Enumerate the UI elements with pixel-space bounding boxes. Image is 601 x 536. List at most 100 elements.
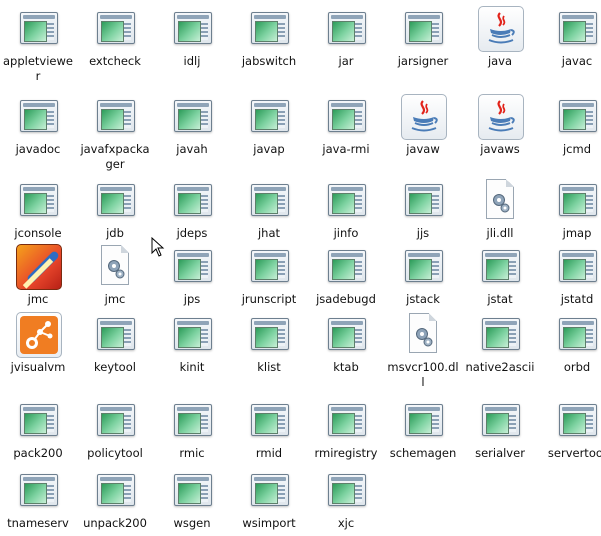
file-item[interactable]: jabswitch — [231, 4, 307, 69]
file-name: javaws — [480, 142, 520, 156]
file-item[interactable]: jstack — [385, 242, 461, 307]
file-item[interactable]: jar — [308, 4, 384, 69]
exe-window-icon — [553, 92, 601, 140]
file-item[interactable]: rmic — [154, 396, 230, 461]
file-item[interactable]: servertool — [539, 396, 601, 461]
file-name: rmic — [179, 446, 205, 460]
file-name: native2ascii — [465, 360, 535, 374]
file-item[interactable]: idlj — [154, 4, 230, 69]
file-name: jmc — [27, 292, 49, 306]
file-item[interactable]: jarsigner — [385, 4, 461, 69]
file-name: wsimport — [242, 516, 296, 530]
file-item[interactable]: jps — [154, 242, 230, 307]
file-item[interactable]: jconsole — [0, 176, 76, 241]
file-item[interactable]: tnameserv — [0, 466, 76, 531]
file-item[interactable]: jhat — [231, 176, 307, 241]
file-item[interactable]: jli.dll — [462, 176, 538, 241]
file-item[interactable]: policytool — [77, 396, 153, 461]
exe-window-icon — [168, 176, 216, 224]
file-item[interactable]: jinfo — [308, 176, 384, 241]
file-item[interactable]: klist — [231, 310, 307, 375]
exe-window-icon — [91, 396, 139, 444]
file-item[interactable]: extcheck — [77, 4, 153, 69]
file-name: javap — [253, 142, 285, 156]
file-item[interactable]: javaw — [385, 92, 461, 157]
java-cup-icon — [399, 92, 447, 140]
file-item[interactable]: jcmd — [539, 92, 601, 157]
exe-window-icon — [399, 4, 447, 52]
file-item[interactable]: msvcr100.dll — [385, 310, 461, 390]
file-name: jvisualvm — [10, 360, 66, 374]
file-name: javafxpackager — [80, 142, 150, 171]
file-name: policytool — [87, 446, 143, 460]
file-name: klist — [257, 360, 281, 374]
file-item[interactable]: xjc — [308, 466, 384, 531]
file-item[interactable]: jstatd — [539, 242, 601, 307]
file-item[interactable]: wsgen — [154, 466, 230, 531]
file-item[interactable]: keytool — [77, 310, 153, 375]
exe-window-icon — [476, 310, 524, 358]
file-item[interactable]: jsadebugd — [308, 242, 384, 307]
file-name: ktab — [333, 360, 359, 374]
file-name: jdeps — [176, 226, 208, 240]
exe-window-icon — [553, 4, 601, 52]
file-item[interactable]: jmap — [539, 176, 601, 241]
file-name: jinfo — [333, 226, 359, 240]
exe-window-icon — [553, 396, 601, 444]
file-item[interactable]: jjs — [385, 176, 461, 241]
file-item[interactable]: jmc — [77, 242, 153, 307]
file-item[interactable]: java-rmi — [308, 92, 384, 157]
file-name: jrunscript — [241, 292, 297, 306]
file-item[interactable]: javaws — [462, 92, 538, 157]
exe-window-icon — [245, 310, 293, 358]
file-name: appletviewer — [3, 54, 73, 83]
file-item[interactable]: javap — [231, 92, 307, 157]
file-name: jdb — [106, 226, 124, 240]
file-item[interactable]: javac — [539, 4, 601, 69]
exe-window-icon — [14, 466, 62, 514]
file-item[interactable]: schemagen — [385, 396, 461, 461]
file-item[interactable]: jstat — [462, 242, 538, 307]
dll-gear-icon — [399, 310, 447, 358]
file-item[interactable]: javafxpackager — [77, 92, 153, 172]
file-item[interactable]: kinit — [154, 310, 230, 375]
file-name: jli.dll — [486, 226, 514, 240]
file-item[interactable]: wsimport — [231, 466, 307, 531]
file-item[interactable]: orbd — [539, 310, 601, 375]
exe-window-icon — [245, 4, 293, 52]
file-name: jar — [338, 54, 354, 68]
file-item[interactable]: javah — [154, 92, 230, 157]
exe-window-icon — [245, 396, 293, 444]
gear-doc-icon — [91, 242, 139, 290]
file-item[interactable]: unpack200 — [77, 466, 153, 531]
file-item[interactable]: appletviewer — [0, 4, 76, 84]
file-item[interactable]: rmid — [231, 396, 307, 461]
file-name: jjs — [416, 226, 430, 240]
file-name: idlj — [183, 54, 201, 68]
file-item[interactable]: native2ascii — [462, 310, 538, 375]
file-item[interactable]: jmc — [0, 242, 76, 307]
file-item[interactable]: java — [462, 4, 538, 69]
file-item[interactable]: jdeps — [154, 176, 230, 241]
file-item[interactable]: ktab — [308, 310, 384, 375]
file-name: javah — [176, 142, 208, 156]
file-name: jstat — [487, 292, 513, 306]
exe-window-icon — [91, 310, 139, 358]
exe-window-icon — [399, 396, 447, 444]
file-item[interactable]: jdb — [77, 176, 153, 241]
file-item[interactable]: jrunscript — [231, 242, 307, 307]
file-item[interactable]: serialver — [462, 396, 538, 461]
file-item[interactable]: rmiregistry — [308, 396, 384, 461]
file-name: unpack200 — [83, 516, 147, 530]
file-name: javac — [561, 54, 593, 68]
file-name: jmap — [562, 226, 592, 240]
file-icon-grid: appletviewer extcheck idlj jabswitch jar jars… — [0, 0, 601, 536]
exe-window-icon — [553, 242, 601, 290]
exe-window-icon — [322, 4, 370, 52]
file-item[interactable]: jvisualvm — [0, 310, 76, 375]
file-name: jconsole — [14, 226, 62, 240]
file-item[interactable]: javadoc — [0, 92, 76, 157]
file-item[interactable]: pack200 — [0, 396, 76, 461]
exe-window-icon — [168, 4, 216, 52]
exe-window-icon — [14, 4, 62, 52]
